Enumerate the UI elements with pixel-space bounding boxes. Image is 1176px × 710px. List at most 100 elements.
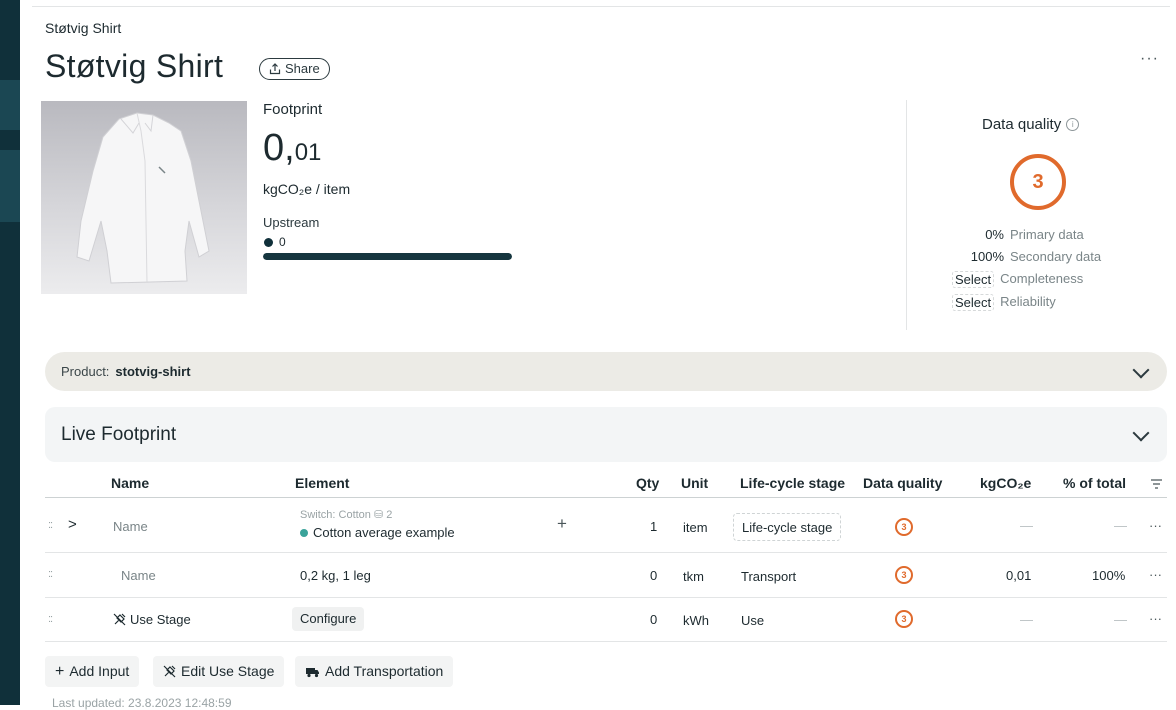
col-header-data-quality[interactable]: Data quality [863, 475, 942, 491]
row-divider [45, 641, 1167, 642]
product-label: Product: [61, 364, 110, 379]
dq-secondary-row: 100% Secondary data [940, 249, 1140, 264]
footprint-value-decimals: 01 [294, 139, 322, 166]
dq-reliability-row: Select Reliability [940, 294, 1140, 311]
row-divider [45, 597, 1167, 598]
plug-off-icon [113, 613, 126, 626]
life-cycle-stage-cell[interactable]: Use [741, 613, 764, 628]
unit-cell: item [683, 520, 708, 535]
unit-cell: kWh [683, 613, 709, 628]
configure-button[interactable]: Configure [292, 607, 365, 631]
plus-icon: + [55, 663, 65, 680]
pct-total-cell: — [1114, 612, 1127, 627]
upstream-progress-fill [263, 253, 512, 260]
info-icon[interactable]: i [1066, 118, 1080, 131]
edit-use-stage-button[interactable]: Edit Use Stage [153, 656, 285, 687]
dq-primary-label: Primary data [1010, 227, 1084, 242]
share-icon [269, 63, 281, 75]
shirt-illustration [76, 112, 210, 284]
data-quality-label: Data quality [982, 116, 1062, 133]
share-button[interactable]: Share [259, 58, 330, 80]
footprint-label: Footprint [263, 101, 323, 118]
pct-total-cell: 100% [1092, 568, 1126, 583]
product-value: stotvig-shirt [115, 364, 191, 379]
use-stage-name[interactable]: Use Stage [113, 612, 191, 627]
reliability-select[interactable]: Select [952, 294, 995, 311]
row-divider [45, 552, 1167, 553]
row-name[interactable]: Name [113, 519, 148, 534]
dq-primary-row: 0% Primary data [940, 227, 1140, 242]
upstream-label: Upstream [263, 215, 320, 230]
add-input-label: Add Input [69, 663, 130, 679]
add-transportation-label: Add Transportation [325, 663, 444, 679]
completeness-select[interactable]: Select [952, 271, 995, 288]
row-more-icon[interactable]: ··· [1149, 518, 1162, 533]
data-quality-title: Data quality i [982, 116, 1080, 133]
data-quality-score: 3 [1010, 154, 1066, 210]
drag-handle-icon[interactable]: :: [48, 568, 53, 580]
sidebar-segment[interactable] [0, 80, 20, 130]
share-label: Share [285, 61, 320, 76]
col-header-pct-total[interactable]: % of total [1063, 475, 1126, 491]
element-label: Cotton average example [313, 525, 455, 540]
table-header-divider [45, 497, 1167, 498]
page-title: Støtvig Shirt [45, 48, 224, 84]
unit-cell: tkm [683, 569, 704, 584]
col-header-name[interactable]: Name [111, 475, 149, 491]
truck-icon [306, 667, 319, 677]
more-options-button[interactable]: ··· [1140, 50, 1159, 68]
row-name[interactable]: Name [121, 568, 156, 583]
row-more-icon[interactable]: ··· [1149, 611, 1162, 626]
kgco2e-cell: — [1020, 518, 1033, 533]
data-quality-badge: 3 [895, 518, 913, 536]
upstream-value: 0 [279, 235, 286, 249]
col-header-lcs[interactable]: Life-cycle stage [740, 475, 845, 491]
col-header-unit[interactable]: Unit [681, 475, 708, 491]
dq-completeness-row: Select Completeness [940, 271, 1140, 288]
add-input-button[interactable]: + Add Input [45, 656, 140, 687]
drag-handle-icon[interactable]: :: [48, 519, 53, 531]
qty-cell: 1 [650, 519, 658, 534]
dq-secondary-value: 100% [970, 249, 1004, 264]
row-more-icon[interactable]: ··· [1149, 567, 1162, 582]
app-sidebar [0, 0, 20, 705]
breadcrumb[interactable]: Støtvig Shirt [45, 20, 121, 36]
product-image [41, 101, 247, 294]
filter-icon[interactable] [1150, 479, 1163, 489]
drag-handle-icon[interactable]: :: [48, 613, 53, 625]
footprint-value: 0,01 [263, 127, 321, 170]
use-stage-label: Use Stage [130, 612, 191, 627]
dq-secondary-label: Secondary data [1010, 249, 1102, 264]
plug-off-icon [163, 665, 176, 678]
status-dot-icon [300, 528, 308, 537]
element-cell[interactable]: 0,2 kg, 1 leg [300, 568, 371, 583]
product-selector[interactable]: Product: stotvig-shirt [45, 352, 1167, 391]
col-header-element[interactable]: Element [295, 475, 349, 491]
live-footprint-header[interactable]: Live Footprint [45, 407, 1167, 462]
life-cycle-stage-select[interactable]: Life-cycle stage [733, 513, 842, 541]
kgco2e-cell: 0,01 [1006, 568, 1032, 583]
section-divider [906, 100, 907, 330]
pct-total-cell: — [1114, 518, 1127, 533]
last-updated: Last updated: 23.8.2023 12:48:59 [52, 696, 232, 710]
edit-use-stage-label: Edit Use Stage [181, 663, 275, 679]
dq-completeness-label: Completeness [1000, 271, 1084, 286]
life-cycle-stage-cell[interactable]: Transport [741, 569, 796, 584]
footprint-value-main: 0, [263, 127, 295, 169]
qty-cell: 0 [650, 612, 658, 627]
kgco2e-cell: — [1020, 612, 1033, 627]
data-quality-badge: 3 [895, 566, 913, 584]
top-divider [32, 6, 1170, 7]
expand-row-icon[interactable]: > [68, 516, 77, 533]
dq-reliability-label: Reliability [1000, 294, 1056, 309]
live-footprint-title: Live Footprint [61, 423, 177, 445]
add-transportation-button[interactable]: Add Transportation [295, 656, 454, 687]
switch-label[interactable]: Switch: Cotton ⛁ 2 [300, 508, 392, 521]
footprint-unit: kgCO₂e / item [263, 181, 351, 197]
qty-cell: 0 [650, 568, 658, 583]
element-cell[interactable]: Cotton average example [300, 525, 455, 540]
col-header-qty[interactable]: Qty [636, 475, 659, 491]
add-element-button[interactable]: + [557, 514, 567, 534]
col-header-kgco2e[interactable]: kgCO₂e [980, 475, 1031, 491]
sidebar-segment[interactable] [0, 150, 20, 222]
